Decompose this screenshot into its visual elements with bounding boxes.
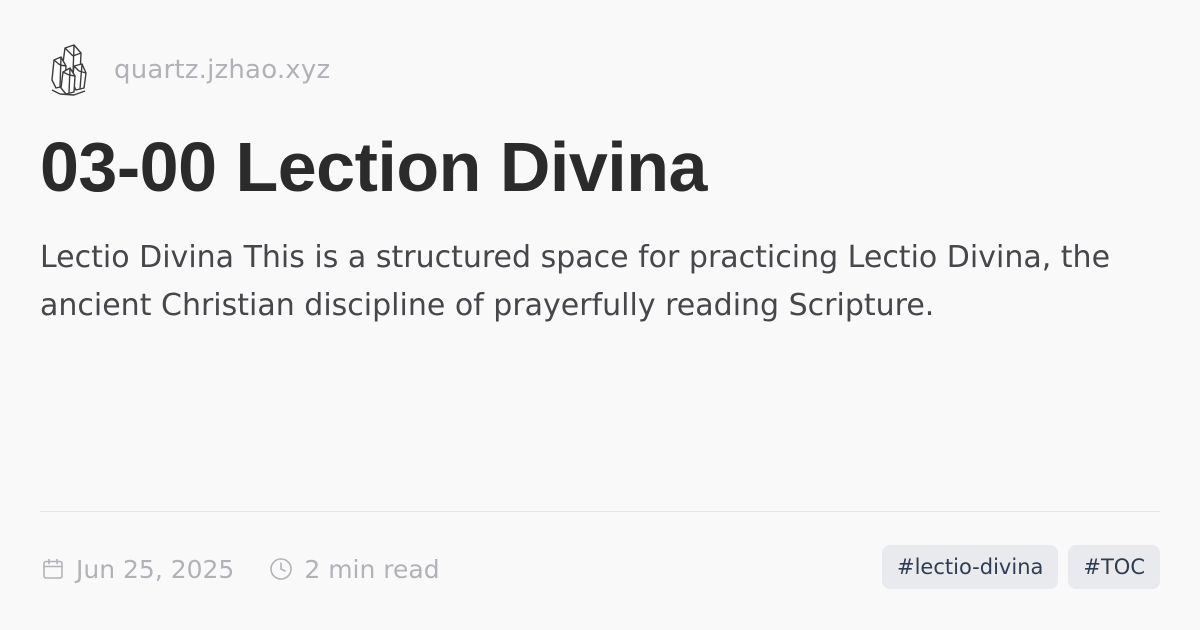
tag-lectio-divina[interactable]: #lectio-divina xyxy=(881,545,1059,589)
page-title: 03-00 Lection Divina xyxy=(40,128,707,206)
site-name[interactable]: quartz.jzhao.xyz xyxy=(114,55,330,85)
publish-date-text: Jun 25, 2025 xyxy=(76,554,235,584)
footer-divider xyxy=(40,511,1160,512)
page-description: Lectio Divina This is a structured space… xyxy=(40,240,1111,323)
tag-list: #lectio-divina #TOC xyxy=(881,545,1160,589)
reading-time: 2 min read xyxy=(268,554,440,584)
crystal-icon[interactable] xyxy=(44,41,92,99)
site-header: quartz.jzhao.xyz xyxy=(44,40,330,100)
calendar-icon xyxy=(40,556,66,582)
clock-icon xyxy=(268,556,294,582)
tag-toc[interactable]: #TOC xyxy=(1068,545,1160,589)
reading-time-text: 2 min read xyxy=(304,554,440,584)
page-meta: Jun 25, 2025 2 min read xyxy=(40,548,440,590)
publish-date: Jun 25, 2025 xyxy=(40,555,234,584)
